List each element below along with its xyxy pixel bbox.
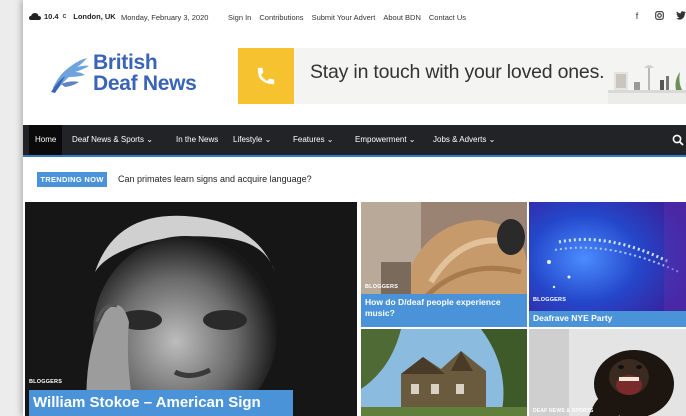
nav-deaf-news-sports[interactable]: Deaf News & Sports ⌄: [72, 125, 153, 155]
banner-text: Stay in touch with your loved ones.: [310, 61, 605, 83]
featured-article[interactable]: BLOGGERS William Stokoe – American Sign: [25, 202, 357, 416]
logo-line-1: British: [93, 51, 158, 74]
hands-logo-icon: [51, 58, 89, 93]
top-bar: 10.4 C London, UK Monday, February 3, 202…: [23, 0, 686, 38]
social-links: f: [632, 11, 686, 22]
trending-headline[interactable]: Can primates learn signs and acquire lan…: [118, 174, 312, 184]
tile1-category[interactable]: BLOGGERS: [365, 284, 398, 290]
submit-advert-link[interactable]: Submit Your Advert: [312, 13, 376, 22]
twitter-icon[interactable]: [676, 11, 686, 22]
cloud-icon: [29, 13, 41, 20]
article-tile-music[interactable]: BLOGGERS How do D/deaf people experience…: [361, 202, 527, 327]
top-links: Sign In Contributions Submit Your Advert…: [228, 13, 466, 22]
logo-line-2: Deaf News: [93, 72, 197, 95]
tile4-category[interactable]: DEAF NEWS & SPORTS: [533, 408, 594, 414]
nav-features[interactable]: Features ⌄: [293, 125, 334, 155]
facebook-icon[interactable]: f: [632, 11, 642, 22]
featured-category[interactable]: BLOGGERS: [29, 379, 62, 385]
trending-label: TRENDING NOW: [37, 172, 107, 187]
nav-in-the-news[interactable]: In the News: [176, 125, 218, 155]
main-navigation: Home Deaf News & Sports ⌄ In the News Li…: [23, 125, 686, 157]
weather-location: London, UK: [73, 12, 116, 21]
tile2-category[interactable]: BLOGGERS: [533, 297, 566, 303]
article-tile-deafrave[interactable]: BLOGGERS Deafrave NYE Party: [529, 202, 686, 327]
banner-advert[interactable]: Stay in touch with your loved ones.: [238, 48, 686, 104]
shelf-illustration: [608, 65, 686, 104]
nav-lifestyle[interactable]: Lifestyle ⌄: [233, 125, 271, 155]
phone-box: [238, 48, 294, 104]
tile1-title[interactable]: How do D/deaf people experience music?: [361, 294, 527, 327]
contact-link[interactable]: Contact Us: [429, 13, 466, 22]
contributions-link[interactable]: Contributions: [259, 13, 303, 22]
nav-empowerment[interactable]: Empowerment ⌄: [355, 125, 416, 155]
chimp-photo: [529, 329, 686, 416]
nav-underline: [23, 155, 686, 157]
about-link[interactable]: About BDN: [383, 13, 421, 22]
sign-in-link[interactable]: Sign In: [228, 13, 251, 22]
portrait-photo: [25, 202, 357, 416]
phone-icon: [257, 67, 275, 85]
weather-widget: 10.4 C London, UK: [29, 12, 116, 21]
browser-page: 10.4 C London, UK Monday, February 3, 202…: [23, 0, 686, 416]
current-date: Monday, February 3, 2020: [121, 13, 209, 22]
weather-temperature: 10.4: [44, 12, 59, 21]
tile2-title[interactable]: Deafrave NYE Party: [529, 311, 686, 327]
instagram-icon[interactable]: [654, 11, 664, 22]
article-tile-chimp[interactable]: DEAF NEWS & SPORTS: [529, 329, 686, 416]
weather-unit: C: [62, 13, 67, 20]
site-logo[interactable]: British Deaf News: [49, 52, 219, 100]
nav-home[interactable]: Home: [29, 125, 63, 155]
featured-title[interactable]: William Stokoe – American Sign: [29, 390, 293, 416]
search-icon[interactable]: [672, 134, 684, 146]
article-tile-house[interactable]: [361, 329, 527, 416]
house-photo: [361, 329, 527, 416]
party-photo: [529, 202, 686, 327]
nav-jobs-adverts[interactable]: Jobs & Adverts ⌄: [433, 125, 495, 155]
